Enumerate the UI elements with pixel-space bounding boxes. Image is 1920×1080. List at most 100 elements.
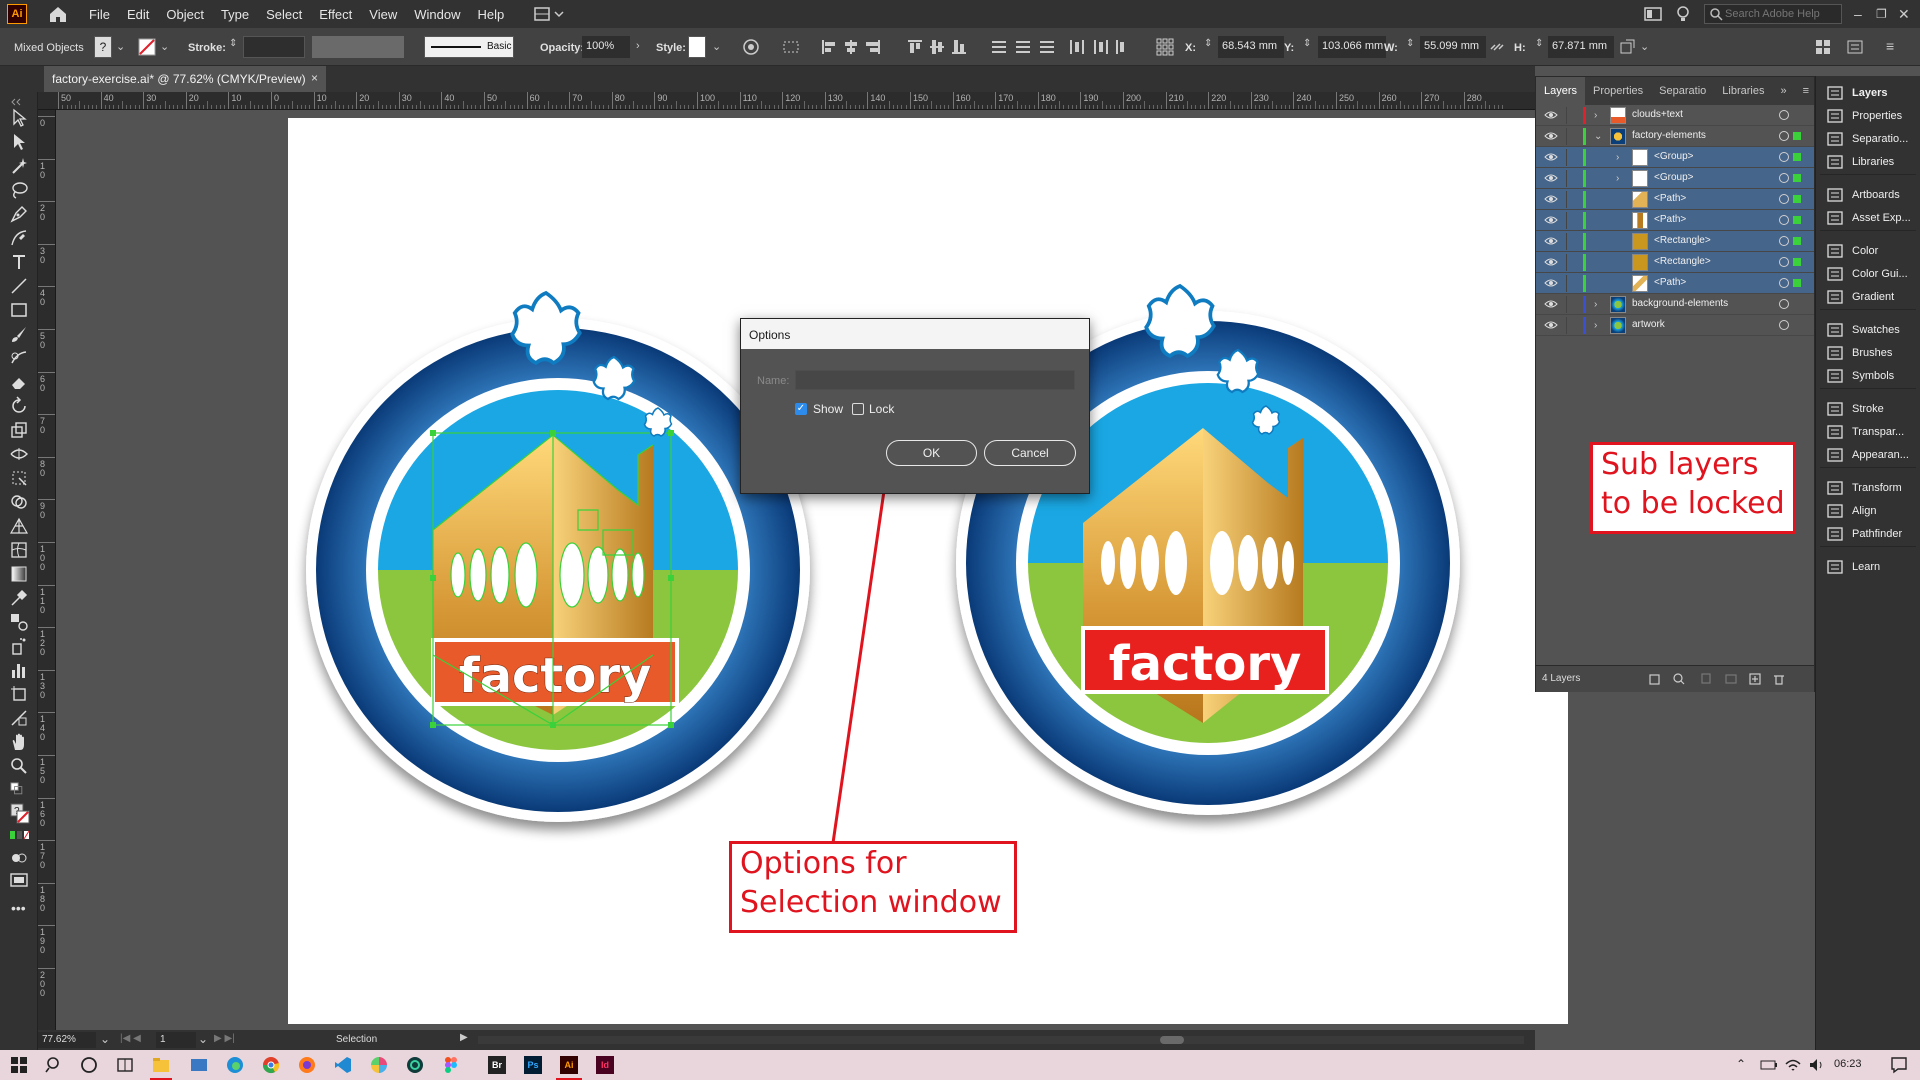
- layer-row[interactable]: › <Group>: [1536, 147, 1814, 168]
- layer-row[interactable]: <Path>: [1536, 273, 1814, 294]
- chrome-browser-icon[interactable]: [262, 1056, 280, 1074]
- y-stepper[interactable]: ⇕: [1303, 38, 1311, 49]
- layer-row[interactable]: ⌄ factory-elements: [1536, 126, 1814, 147]
- expand-chevron-icon[interactable]: [1616, 278, 1626, 288]
- visibility-eye-icon[interactable]: [1544, 299, 1558, 309]
- tab-separations[interactable]: Separatio: [1651, 85, 1714, 105]
- layers-footer-buttons-icon[interactable]: [1646, 672, 1806, 686]
- taskbar-search-icon[interactable]: [45, 1056, 63, 1074]
- dock-item-asset-exp[interactable]: Asset Exp...: [1826, 207, 1911, 229]
- document-tab[interactable]: factory-exercise.ai* @ 77.62% (CMYK/Prev…: [44, 66, 326, 92]
- dock-item-gradient[interactable]: Gradient: [1826, 286, 1894, 308]
- visibility-eye-icon[interactable]: [1544, 215, 1558, 225]
- mesh-tool-icon[interactable]: [9, 540, 29, 560]
- selection-indicator[interactable]: [1793, 174, 1801, 182]
- expand-chevron-icon[interactable]: ›: [1594, 299, 1604, 310]
- close-window-button[interactable]: ✕: [1898, 6, 1920, 23]
- dock-item-libraries[interactable]: Libraries: [1826, 151, 1894, 173]
- menu-object[interactable]: Object: [166, 7, 204, 22]
- w-stepper[interactable]: ⇕: [1406, 38, 1414, 49]
- horizontal-scrollbar[interactable]: [478, 1036, 1524, 1044]
- selection-indicator[interactable]: [1793, 132, 1801, 140]
- dock-item-symbols[interactable]: Symbols: [1826, 365, 1894, 387]
- layer-row[interactable]: <Rectangle>: [1536, 231, 1814, 252]
- fill-dropdown-icon[interactable]: ⌄: [116, 40, 125, 53]
- artboard-nav-next-icon[interactable]: ▶ ▶|: [214, 1033, 235, 1044]
- expand-chevron-icon[interactable]: [1616, 236, 1626, 246]
- layer-name[interactable]: clouds+text: [1632, 109, 1683, 120]
- lock-column[interactable]: [1566, 191, 1567, 208]
- shaper-tool-icon[interactable]: [9, 348, 29, 368]
- status-menu-arrow-icon[interactable]: ▶: [460, 1032, 468, 1043]
- widgets-icon[interactable]: [116, 1056, 134, 1074]
- lock-column[interactable]: [1566, 254, 1567, 271]
- layer-name[interactable]: <Path>: [1654, 277, 1686, 288]
- layer-name[interactable]: <Path>: [1654, 214, 1686, 225]
- stroke-weight-input[interactable]: [243, 36, 305, 58]
- layer-row[interactable]: <Rectangle>: [1536, 252, 1814, 273]
- file-explorer-icon[interactable]: [152, 1056, 170, 1074]
- close-document-icon[interactable]: ×: [311, 71, 318, 85]
- scale-tool-icon[interactable]: [9, 420, 29, 440]
- wifi-icon[interactable]: [1784, 1056, 1802, 1074]
- selection-indicator[interactable]: [1793, 279, 1801, 287]
- visibility-eye-icon[interactable]: [1544, 194, 1558, 204]
- lock-column[interactable]: [1566, 317, 1567, 334]
- stroke-dropdown-icon[interactable]: ⌄: [160, 40, 169, 53]
- magic-wand-tool-icon[interactable]: [9, 156, 29, 176]
- menu-edit[interactable]: Edit: [127, 7, 149, 22]
- layer-name[interactable]: <Rectangle>: [1654, 235, 1711, 246]
- h-input[interactable]: 67.871 mm: [1548, 36, 1614, 58]
- expand-chevron-icon[interactable]: [1616, 194, 1626, 204]
- scrollbar-thumb[interactable]: [1160, 1036, 1184, 1044]
- align-buttons-icon[interactable]: [820, 38, 1130, 56]
- layer-target-icon[interactable]: [1779, 110, 1789, 120]
- layer-target-icon[interactable]: [1779, 299, 1789, 309]
- windows-start-icon[interactable]: [10, 1056, 28, 1074]
- photos-app-icon[interactable]: [190, 1056, 208, 1074]
- menu-view[interactable]: View: [369, 7, 397, 22]
- dock-item-appearan[interactable]: Appearan...: [1826, 444, 1909, 466]
- expand-chevron-icon[interactable]: ›: [1594, 110, 1604, 121]
- gradient-tool-icon[interactable]: [9, 564, 29, 584]
- selection-indicator[interactable]: [1793, 153, 1801, 161]
- selection-indicator[interactable]: [1793, 216, 1801, 224]
- edge-browser-icon[interactable]: [226, 1056, 244, 1074]
- rotate-tool-icon[interactable]: [9, 396, 29, 416]
- artboard-nav-prev-icon[interactable]: |◀ ◀: [120, 1033, 141, 1044]
- dock-item-brushes[interactable]: Brushes: [1826, 342, 1892, 364]
- free-transform-tool-icon[interactable]: [9, 468, 29, 488]
- dock-item-properties[interactable]: Properties: [1826, 105, 1902, 127]
- battery-icon[interactable]: [1760, 1056, 1778, 1074]
- color-mode-icon[interactable]: [9, 830, 31, 842]
- left-factory-banner[interactable]: factory: [431, 638, 679, 706]
- dock-item-swatches[interactable]: Swatches: [1826, 319, 1900, 341]
- dock-item-transform[interactable]: Transform: [1826, 477, 1902, 499]
- dock-item-learn[interactable]: Learn: [1826, 556, 1880, 578]
- dock-item-color[interactable]: Color: [1826, 240, 1878, 262]
- bridge-app-icon[interactable]: Br: [488, 1056, 506, 1074]
- variable-width-profile[interactable]: [312, 36, 404, 58]
- expand-chevron-icon[interactable]: ›: [1616, 152, 1626, 163]
- style-dropdown-icon[interactable]: ⌄: [712, 40, 721, 53]
- zoom-tool-icon[interactable]: [9, 756, 29, 776]
- lock-column[interactable]: [1566, 233, 1567, 250]
- task-view-icon[interactable]: [80, 1056, 98, 1074]
- brush-definition[interactable]: Basic: [424, 36, 514, 58]
- menu-select[interactable]: Select: [266, 7, 302, 22]
- eyedropper-tool-icon[interactable]: [9, 588, 29, 608]
- layer-row[interactable]: <Path>: [1536, 210, 1814, 231]
- fill-swatch[interactable]: ?: [94, 36, 112, 58]
- dock-item-stroke[interactable]: Stroke: [1826, 398, 1884, 420]
- screen-mode-icon[interactable]: [9, 870, 29, 890]
- tab-libraries[interactable]: Libraries: [1714, 85, 1772, 105]
- app-circle-icon[interactable]: [406, 1056, 424, 1074]
- visibility-eye-icon[interactable]: [1544, 152, 1558, 162]
- blend-tool-icon[interactable]: [9, 612, 29, 632]
- selection-tool-icon[interactable]: [9, 108, 29, 128]
- tab-layers[interactable]: Layers: [1536, 77, 1586, 105]
- panel-collapse-icon[interactable]: »: [1772, 85, 1794, 105]
- fill-stroke-swatches-icon[interactable]: [9, 782, 31, 802]
- layer-target-icon[interactable]: [1779, 236, 1789, 246]
- volume-icon[interactable]: [1808, 1056, 1826, 1074]
